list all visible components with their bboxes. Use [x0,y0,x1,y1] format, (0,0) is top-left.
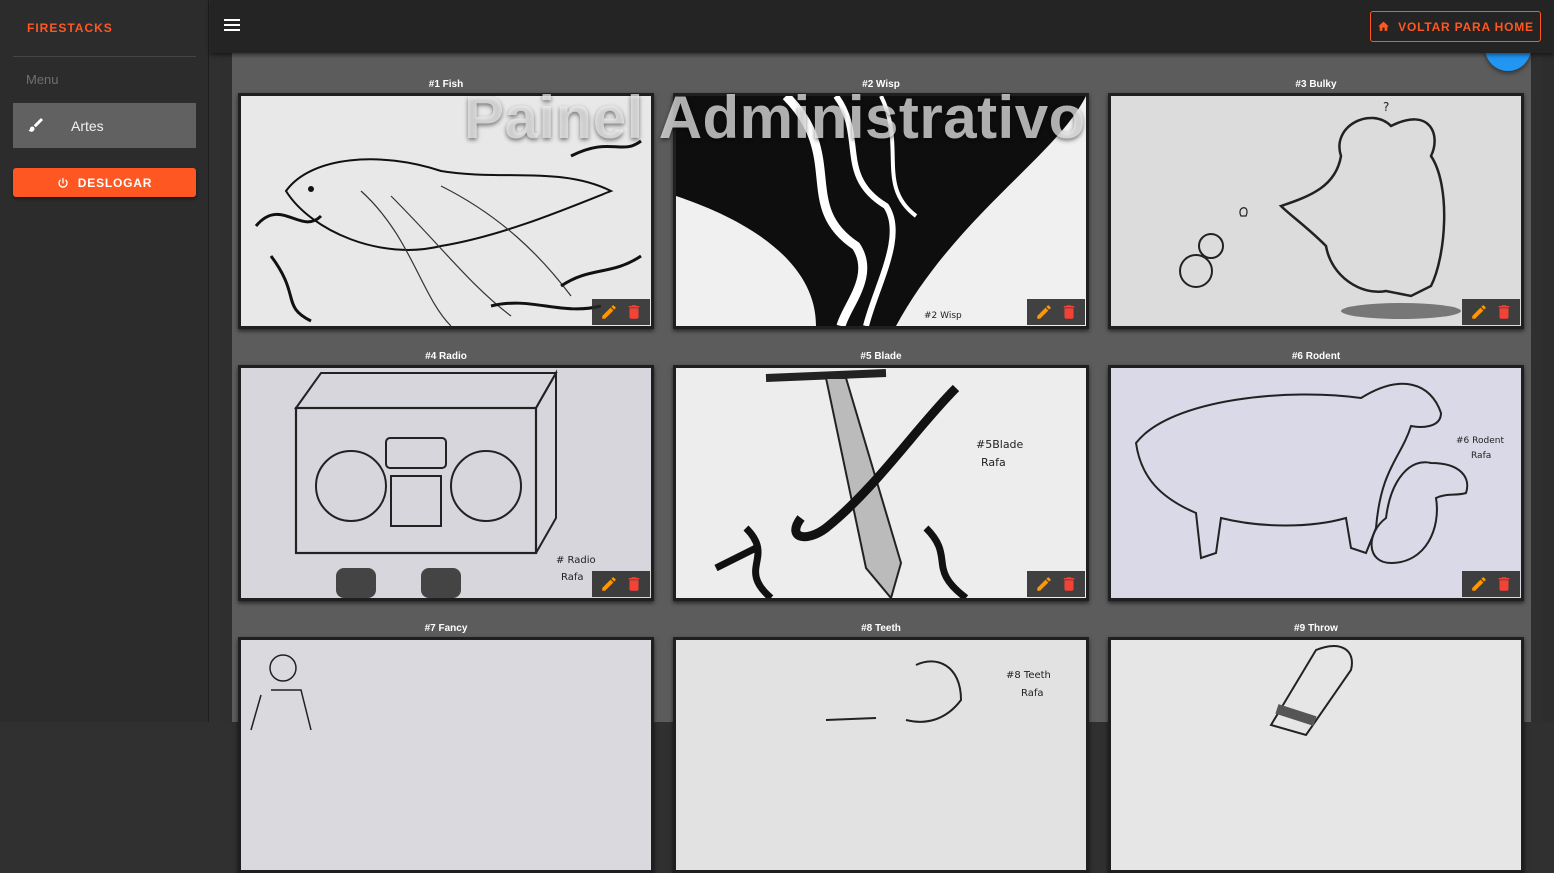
edit-icon[interactable] [600,575,618,593]
edit-icon[interactable] [600,303,618,321]
card-title: #9 Throw [1294,623,1338,634]
art-image: #6 Rodent Rafa [1111,368,1521,598]
edit-icon[interactable] [1035,575,1053,593]
art-card-teeth[interactable]: #8 Teeth Rafa [673,637,1089,873]
art-author: Rafa [1021,688,1044,699]
power-icon [58,177,68,188]
art-card-rodent[interactable]: #6 Rodent Rafa [1108,365,1524,601]
card-actions [592,299,650,325]
home-button[interactable]: VOLTAR PARA HOME [1370,11,1541,42]
card-actions [1027,571,1085,597]
divider [13,56,196,57]
brand-logo[interactable]: FIRESTACKS [27,21,113,35]
card-title: #7 Fancy [424,623,468,634]
sidebar-item-artes[interactable]: Artes [13,103,196,148]
card-title: #5 Blade [860,351,902,362]
topbar: VOLTAR PARA HOME [210,0,1554,53]
art-author: Rafa [981,456,1006,469]
svg-text:?: ? [1383,100,1389,114]
delete-icon[interactable] [1495,575,1513,593]
art-signature: #6 Rodent [1456,436,1504,446]
art-image: ? [1111,96,1521,326]
art-signature: #2 Wisp [924,311,962,321]
menu-label: Menu [26,72,59,87]
art-signature: #8 Teeth [1006,670,1051,681]
card-title: #6 Rodent [1291,351,1341,362]
art-signature: #5Blade [976,438,1024,451]
art-card-blade[interactable]: #5Blade Rafa [673,365,1089,601]
art-author: Rafa [561,572,584,583]
scrollbar[interactable] [1542,53,1554,722]
art-image [1111,640,1521,870]
art-card-throw[interactable] [1108,637,1524,873]
card-actions [592,571,650,597]
sidebar-item-label: Artes [71,118,104,134]
art-signature: # Radio [556,555,596,566]
logout-button[interactable]: DESLOGAR [13,168,196,197]
card-actions [1462,571,1520,597]
art-card-fancy[interactable] [238,637,654,873]
page-title: Painel Administrativo [464,84,1086,151]
delete-icon[interactable] [625,575,643,593]
delete-icon[interactable] [1060,575,1078,593]
art-image: #5Blade Rafa [676,368,1086,598]
delete-icon[interactable] [1060,303,1078,321]
art-image [241,640,651,870]
edit-icon[interactable] [1470,303,1488,321]
card-actions [1462,299,1520,325]
edit-icon[interactable] [1470,575,1488,593]
gallery-panel: #1 Fish #2 Wisp #2 Wisp #3 Bulky ? #4 Ra… [232,25,1531,873]
art-card-radio[interactable]: # Radio Rafa [238,365,654,601]
card-title: #8 Teeth [861,623,901,634]
art-image: # Radio Rafa [241,368,651,598]
art-image: #8 Teeth Rafa [676,640,1086,870]
delete-icon[interactable] [1495,303,1513,321]
edit-icon[interactable] [1035,303,1053,321]
logout-label: DESLOGAR [77,175,153,190]
sidebar: FIRESTACKS Menu Artes DESLOGAR [0,0,209,722]
delete-icon[interactable] [625,303,643,321]
main-content: #1 Fish #2 Wisp #2 Wisp #3 Bulky ? #4 Ra… [219,25,1554,873]
art-card-bulky[interactable]: ? [1108,93,1524,329]
home-icon [1378,21,1390,31]
brush-icon [28,118,43,132]
menu-icon[interactable] [224,19,240,33]
card-actions [1027,299,1085,325]
card-title: #3 Bulky [1295,79,1337,90]
card-title: #4 Radio [425,351,467,362]
home-label: VOLTAR PARA HOME [1398,19,1534,34]
art-author: Rafa [1471,451,1491,461]
